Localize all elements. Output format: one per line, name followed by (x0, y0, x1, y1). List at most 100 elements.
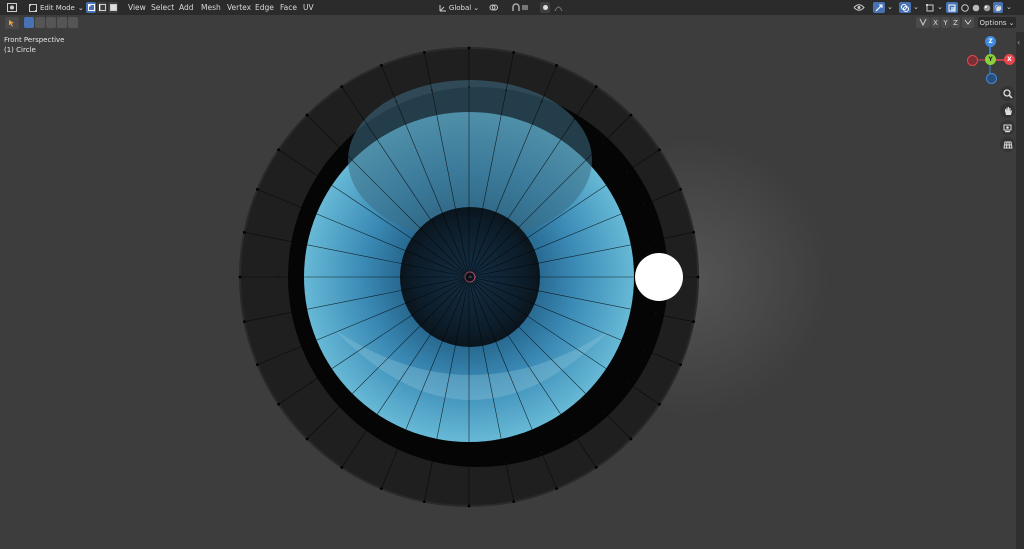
mesh-vertex (658, 402, 661, 406)
visibility-icon[interactable] (850, 2, 868, 13)
mirror-icon[interactable] (916, 17, 930, 28)
subtract-selection-icon[interactable] (46, 17, 56, 28)
overlay-icon[interactable] (899, 2, 911, 13)
menu-edge[interactable]: Edge (255, 3, 274, 12)
sidebar-toggle-icon[interactable]: ‹ (1017, 38, 1020, 47)
options-dropdown[interactable]: Options ⌄ (978, 17, 1016, 28)
gizmo-neg-z-axis[interactable] (986, 73, 997, 84)
mesh-vertex (340, 466, 344, 469)
gizmo-toggle-icon[interactable] (873, 2, 885, 13)
edge-select-icon[interactable] (97, 2, 107, 13)
mesh-vertex (277, 402, 280, 406)
mesh-vertex (555, 487, 559, 490)
material-shading-icon[interactable] (982, 2, 992, 13)
mesh-vertex (573, 118, 576, 120)
proportional-icon[interactable] (540, 2, 550, 13)
mesh-vertex (277, 148, 280, 152)
mesh-vertex (594, 85, 598, 88)
wireframe-shading-icon[interactable] (960, 2, 970, 13)
camera-icon[interactable] (1000, 120, 1015, 135)
editor-type-icon[interactable] (4, 2, 20, 13)
mesh-vertex (692, 320, 695, 324)
mesh-vertex (468, 466, 470, 468)
mesh-vertex (629, 113, 633, 117)
face-select-icon[interactable] (108, 2, 118, 13)
mesh-overlay-icon[interactable] (924, 2, 936, 13)
mesh-vertex (467, 504, 471, 508)
chevron-down-icon: ⌄ (77, 3, 84, 12)
select-tool-icon[interactable] (5, 17, 19, 29)
mesh-vertex (256, 187, 259, 191)
menu-mesh[interactable]: Mesh (201, 3, 221, 12)
gizmo-neg-x-axis[interactable] (967, 55, 978, 66)
mesh-vertex (292, 348, 295, 351)
right-sidebar-edge[interactable] (1016, 32, 1024, 549)
zoom-icon[interactable] (1000, 86, 1015, 101)
mesh-vertex (643, 203, 646, 206)
auto-merge-icon[interactable] (962, 17, 974, 28)
tool-settings-row: X Y Z Options ⌄ (0, 15, 1024, 32)
mesh-vertex (238, 275, 242, 279)
axis-x-toggle[interactable]: X (931, 17, 940, 28)
navigation-gizmo[interactable]: X Z Y (966, 36, 1015, 84)
mesh-vertex (362, 118, 365, 120)
gizmo-x-axis[interactable]: X (1004, 54, 1015, 65)
chevron-down-icon[interactable]: ⌄ (887, 3, 893, 11)
mesh-vertex (340, 85, 344, 88)
hand-icon[interactable] (1000, 103, 1015, 118)
mesh-vertex (305, 437, 309, 441)
mesh-vertex (281, 313, 284, 315)
mesh-vertex (467, 46, 471, 50)
snap-icon[interactable] (505, 2, 537, 13)
mesh-vertex (679, 187, 682, 191)
mesh-vertex (573, 434, 576, 436)
extend-selection-icon[interactable] (35, 17, 45, 28)
chevron-down-icon[interactable]: ⌄ (937, 3, 943, 11)
mode-dropdown[interactable]: Edit Mode ⌄ (26, 2, 85, 13)
mesh-vertex (333, 141, 336, 144)
mesh-vertex (395, 100, 398, 103)
menu-select[interactable]: Select (151, 3, 174, 12)
mesh-vertex (555, 64, 559, 67)
mesh-vertex (629, 437, 633, 441)
menu-add[interactable]: Add (179, 3, 194, 12)
new-selection-icon[interactable] (24, 17, 34, 28)
chevron-down-icon: ⌄ (1008, 18, 1015, 27)
mesh-vertex (333, 410, 336, 413)
solid-shading-icon[interactable] (971, 2, 981, 13)
mesh-vertex (512, 500, 516, 503)
menu-view[interactable]: View (128, 3, 146, 12)
chevron-down-icon[interactable]: ⌄ (913, 3, 919, 11)
mesh-vertex (696, 275, 700, 279)
mesh-vertex (278, 276, 280, 278)
transform-orientation-dropdown[interactable]: Global ⌄ (437, 2, 481, 13)
mesh-vertex (256, 363, 259, 367)
mesh-vertex (431, 89, 433, 92)
edit-mode-icon (29, 3, 37, 12)
pivot-icon[interactable] (486, 2, 500, 13)
viewport-canvas[interactable] (0, 32, 1016, 549)
grid-icon[interactable] (1000, 137, 1015, 152)
gizmo-z-axis[interactable]: Z (985, 36, 996, 47)
intersect-selection-icon[interactable] (68, 17, 78, 28)
mesh-vertex (305, 113, 309, 117)
vertex-select-icon[interactable] (86, 2, 96, 13)
specular-highlight (635, 253, 683, 301)
mesh-vertex (292, 203, 295, 206)
rendered-shading-icon[interactable] (993, 2, 1003, 13)
xray-icon[interactable] (946, 2, 958, 13)
menu-uv[interactable]: UV (303, 3, 314, 12)
gizmo-y-axis[interactable]: Y (985, 54, 996, 65)
axis-z-toggle[interactable]: Z (951, 17, 960, 28)
mesh-vertex (626, 170, 628, 173)
axis-y-toggle[interactable]: Y (941, 17, 950, 28)
mesh-vertex (468, 86, 470, 88)
menu-face[interactable]: Face (280, 3, 297, 12)
mesh-vertex (658, 148, 661, 152)
chevron-down-icon[interactable]: ⌄ (1006, 3, 1012, 11)
mesh-vertex (243, 230, 246, 234)
menu-vertex[interactable]: Vertex (227, 3, 251, 12)
invert-selection-icon[interactable] (57, 17, 67, 28)
falloff-icon[interactable] (551, 2, 565, 13)
mesh-vertex (540, 451, 543, 454)
